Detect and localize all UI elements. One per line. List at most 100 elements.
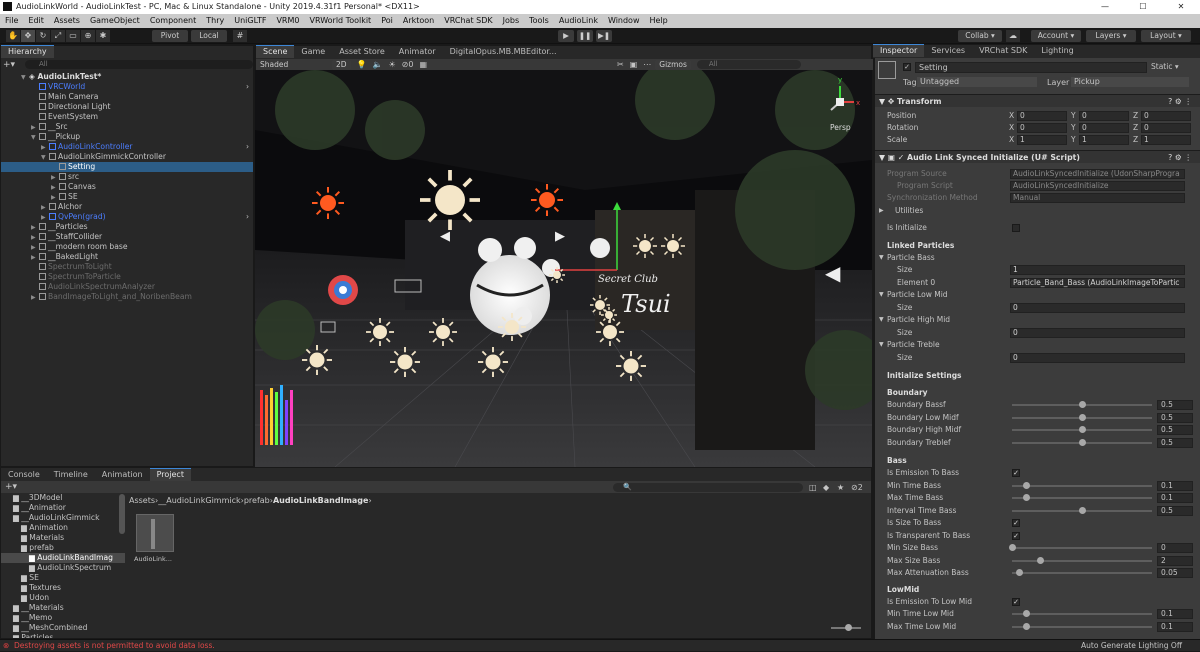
slider-value[interactable]: 0.1 <box>1157 621 1193 632</box>
hierarchy-item[interactable]: ▶ __BakedLight <box>1 252 253 262</box>
effects-icon[interactable]: ☀ <box>388 60 395 69</box>
foldout-arrow-icon[interactable]: ▼ <box>879 289 884 301</box>
toggle-checkbox[interactable]: ✓ <box>1012 519 1020 527</box>
foldout-arrow-icon[interactable]: ▶ <box>879 205 884 217</box>
light-icon[interactable] <box>531 184 563 216</box>
hierarchy-item[interactable]: ▶ AudioLinkController › <box>1 142 253 152</box>
prefab-arrow-icon[interactable]: › <box>246 212 249 222</box>
hierarchy-item[interactable]: EventSystem <box>1 112 253 122</box>
hierarchy-item[interactable]: ▶ src <box>1 172 253 182</box>
folder-item[interactable]: ▆ AudioLinkSpectrum <box>1 563 125 573</box>
foldout-arrow-icon[interactable]: ▼ <box>879 339 884 351</box>
slider-track[interactable] <box>1012 497 1152 499</box>
create-asset-icon[interactable]: +▾ <box>5 482 17 492</box>
slider-value[interactable]: 0.1 <box>1157 609 1193 619</box>
transform-position-x-field[interactable]: 0 <box>1017 111 1067 121</box>
tab-services[interactable]: Services <box>924 45 972 57</box>
hierarchy-item[interactable]: Directional Light <box>1 102 253 112</box>
toggle-checkbox[interactable]: ✓ <box>1012 469 1020 477</box>
gizmos-dropdown[interactable]: Gizmos <box>655 59 691 70</box>
favorite-icon[interactable]: ★ <box>837 483 844 492</box>
folder-item[interactable]: ▆ __Animatior <box>1 503 125 513</box>
menu-item-arktoon[interactable]: Arktoon <box>398 14 439 28</box>
hierarchy-item[interactable]: ▶ __modern room base <box>1 242 253 252</box>
light-icon[interactable] <box>420 170 480 230</box>
thumbnail-size-slider[interactable] <box>831 624 861 631</box>
particle-high-mid-foldout[interactable]: Particle High Mid ▼ <box>879 314 1193 326</box>
collab-dropdown[interactable]: Collab ▾ <box>958 30 1002 42</box>
status-error-message[interactable]: Destroying assets is not permitted to av… <box>14 640 215 652</box>
object-name-input[interactable]: Setting <box>915 62 1147 73</box>
local-button[interactable]: Local <box>191 30 227 42</box>
scene-visibility-icon[interactable]: ⋯ <box>643 60 651 69</box>
scale-tool-icon[interactable]: ⤢ <box>51 30 65 42</box>
tab-vrchat-sdk[interactable]: VRChat SDK <box>972 45 1034 57</box>
folder-item[interactable]: ▆ SE <box>1 573 125 583</box>
slider-value[interactable]: 0 <box>1157 543 1193 553</box>
menu-item-assets[interactable]: Assets <box>49 14 85 28</box>
scene-search-input[interactable]: All <box>696 60 801 69</box>
menu-item-help[interactable]: Help <box>645 14 673 28</box>
tab-animation[interactable]: Animation <box>95 469 150 481</box>
slider-handle[interactable] <box>1037 556 1044 564</box>
asset-thumbnail[interactable] <box>136 514 174 552</box>
rotate-tool-icon[interactable]: ↻ <box>36 30 50 42</box>
2d-toggle[interactable]: 2D <box>332 59 351 70</box>
hierarchy-item[interactable]: Main Camera <box>1 92 253 102</box>
slider-value[interactable]: 0.5 <box>1157 400 1193 410</box>
grid-snap-icon[interactable]: # <box>233 30 247 42</box>
hierarchy-item[interactable]: AudioLinkSpectrumAnalyzer <box>1 282 253 292</box>
particle-bass-foldout[interactable]: Particle Bass ▼ <box>879 252 1193 264</box>
prefab-arrow-icon[interactable]: › <box>246 82 249 92</box>
particle-high-mid-size-field[interactable]: 0 <box>1010 328 1185 338</box>
minimize-button[interactable]: — <box>1086 0 1124 14</box>
slider-handle[interactable] <box>1023 610 1030 617</box>
slider-handle[interactable] <box>1079 413 1086 421</box>
folder-item[interactable]: ▆ __Materials <box>1 603 125 613</box>
slider-value[interactable]: 0.5 <box>1157 505 1193 516</box>
prefab-arrow-icon[interactable]: › <box>246 142 249 152</box>
hierarchy-item[interactable]: ▶ Canvas <box>1 182 253 192</box>
menu-item-vrchat-sdk[interactable]: VRChat SDK <box>439 14 497 28</box>
light-icon[interactable] <box>498 313 526 341</box>
light-icon[interactable] <box>633 234 657 258</box>
light-icon[interactable] <box>478 347 508 377</box>
hand-tool-icon[interactable]: ✋ <box>6 30 20 42</box>
tab-asset-store[interactable]: Asset Store <box>332 46 392 58</box>
expand-arrow-icon[interactable]: ▶ <box>41 143 49 153</box>
transform-position-y-field[interactable]: 0 <box>1079 111 1129 121</box>
hierarchy-item[interactable]: ▶ __Particles <box>1 222 253 232</box>
pivot-button[interactable]: Pivot <box>152 30 188 42</box>
audio-toggle-icon[interactable]: 🔈 <box>373 60 383 69</box>
particle-treble-size-field[interactable]: 0 <box>1010 353 1185 363</box>
expand-arrow-icon[interactable]: ▶ <box>31 293 39 303</box>
tab-lighting[interactable]: Lighting <box>1034 45 1080 57</box>
scene-viewport[interactable]: Secret Club Tsui ◀ ◀ ▶ x y Persp <box>255 70 872 467</box>
light-icon[interactable] <box>661 234 685 258</box>
hierarchy-item[interactable]: ▶ __StaffCollider <box>1 232 253 242</box>
folder-item[interactable]: ▆ __Memo <box>1 613 125 623</box>
folder-item[interactable]: ▆ __3DModel <box>1 493 125 503</box>
move-tool-icon[interactable]: ✥ <box>21 30 35 42</box>
grid-icon[interactable]: ▦ <box>419 60 427 69</box>
hierarchy-item[interactable]: ▶ QvPen(grad) › <box>1 212 253 222</box>
folder-item[interactable]: ▆ __AudioLinkGimmick <box>1 513 125 523</box>
menu-item-tools[interactable]: Tools <box>524 14 554 28</box>
tab-game[interactable]: Game <box>294 46 332 58</box>
filter-type-icon[interactable]: ◫ <box>809 483 817 492</box>
particle-low-mid-size-field[interactable]: 0 <box>1010 303 1185 313</box>
account-dropdown[interactable]: Account ▾ <box>1031 30 1081 42</box>
maximize-button[interactable]: ☐ <box>1124 0 1162 14</box>
breadcrumb-item[interactable]: __AudioLinkGimmick <box>158 496 240 505</box>
utilities-foldout[interactable]: Utilities ▶ <box>879 205 1193 217</box>
slider-track[interactable] <box>1012 547 1152 549</box>
menu-item-thry[interactable]: Thry <box>201 14 229 28</box>
slider-value[interactable]: 0.1 <box>1157 480 1193 491</box>
transform-rotation-x-field[interactable]: 0 <box>1017 123 1067 133</box>
slider-value[interactable]: 2 <box>1157 555 1193 566</box>
pause-button[interactable]: ❚❚ <box>577 30 593 42</box>
custom-tool-icon[interactable]: ✱ <box>96 30 110 42</box>
transform-scale-y-field[interactable]: 1 <box>1079 135 1129 145</box>
hierarchy-item[interactable]: SpectrumToParticle <box>1 272 253 282</box>
menu-item-file[interactable]: File <box>0 14 23 28</box>
